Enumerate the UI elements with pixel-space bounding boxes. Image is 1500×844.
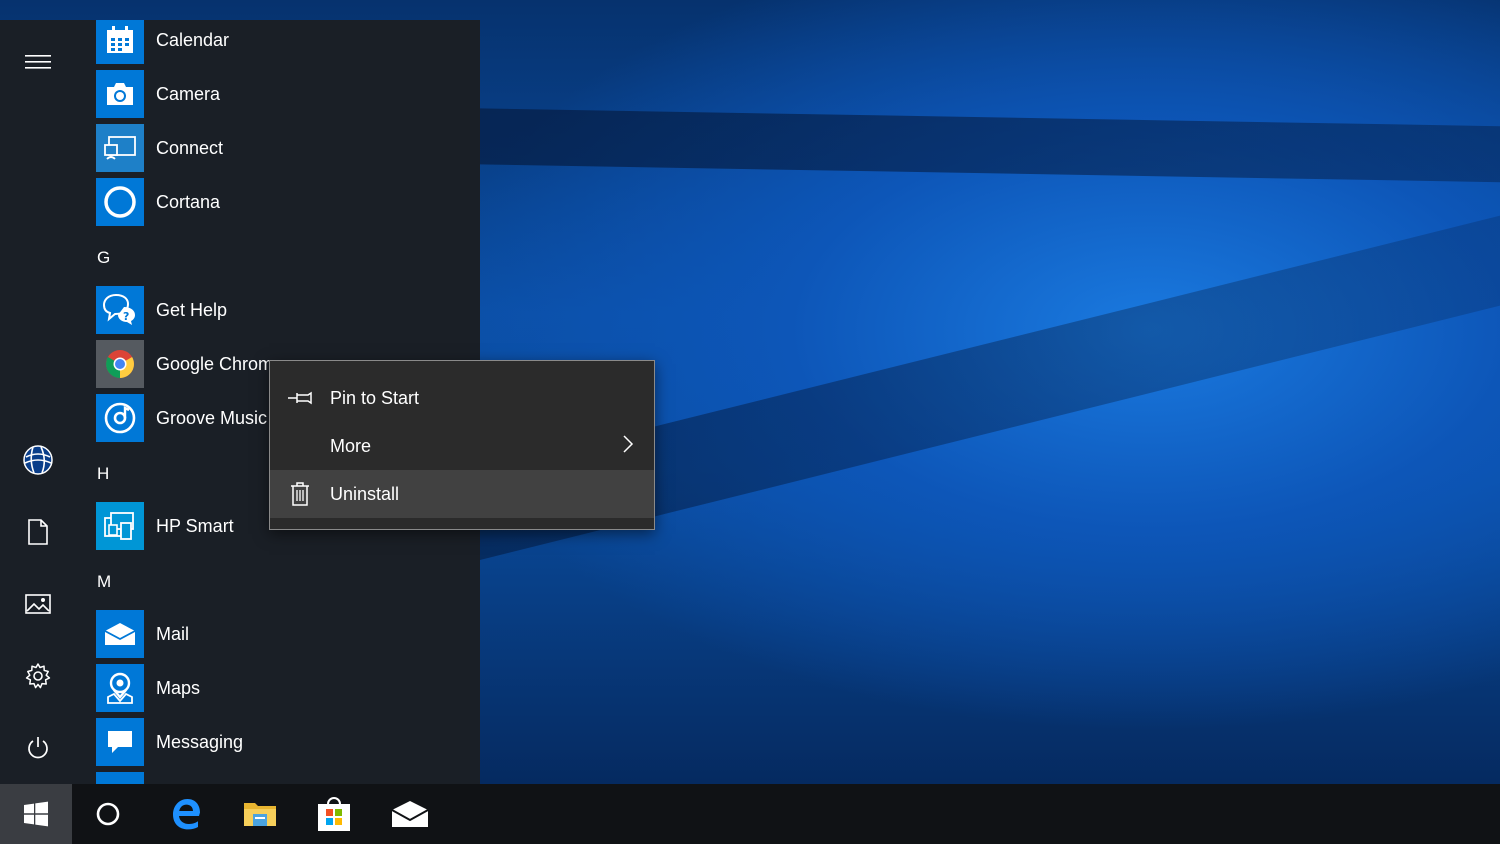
gear-icon bbox=[25, 663, 51, 689]
app-label: Maps bbox=[156, 677, 201, 698]
taskbar-edge[interactable] bbox=[150, 784, 222, 844]
cortana-circle-icon bbox=[96, 802, 120, 826]
menu-item-pin-to-start[interactable]: Pin to Start bbox=[270, 374, 654, 422]
menu-item-label: More bbox=[330, 435, 372, 456]
app-label: Groove Music bbox=[156, 407, 268, 428]
power-button[interactable] bbox=[14, 724, 62, 772]
app-item-calendar[interactable]: Calendar bbox=[96, 20, 480, 64]
messaging-icon bbox=[108, 731, 132, 753]
calendar-icon bbox=[107, 26, 133, 53]
document-icon bbox=[28, 519, 48, 545]
taskbar-store[interactable] bbox=[298, 784, 370, 844]
taskbar-file-explorer[interactable] bbox=[224, 784, 296, 844]
mail-icon bbox=[104, 623, 136, 645]
menu-item-label: Uninstall bbox=[330, 483, 400, 504]
settings-button[interactable] bbox=[14, 652, 62, 700]
trash-icon bbox=[291, 482, 309, 506]
start-rail bbox=[0, 20, 76, 784]
context-menu: Pin to Start More Uninstall bbox=[269, 360, 655, 530]
app-label: Messaging bbox=[156, 731, 244, 752]
app-label: Mail bbox=[156, 623, 190, 644]
app-item-cortana[interactable]: Cortana bbox=[96, 178, 480, 226]
hamburger-icon bbox=[25, 55, 51, 69]
user-avatar bbox=[23, 445, 53, 475]
taskbar bbox=[0, 784, 1500, 844]
mail-icon bbox=[391, 801, 429, 827]
letter-header[interactable]: M bbox=[97, 572, 111, 592]
app-item-maps[interactable]: Maps bbox=[96, 664, 480, 712]
app-label: Google Chrome bbox=[156, 353, 284, 374]
connect-icon bbox=[104, 136, 136, 160]
edge-icon bbox=[173, 799, 200, 830]
app-label: Calendar bbox=[156, 29, 230, 50]
account-button[interactable] bbox=[14, 436, 62, 484]
documents-button[interactable] bbox=[14, 508, 62, 556]
cortana-icon bbox=[104, 186, 136, 218]
app-label: Connect bbox=[156, 137, 224, 158]
letter-header[interactable]: G bbox=[97, 248, 110, 268]
groove-music-icon bbox=[104, 402, 136, 434]
windows-logo-icon bbox=[24, 801, 48, 827]
letter-header[interactable]: H bbox=[97, 464, 109, 484]
app-item-connect[interactable]: Connect bbox=[96, 124, 480, 172]
pictures-button[interactable] bbox=[14, 580, 62, 628]
menu-item-uninstall[interactable]: Uninstall bbox=[270, 470, 654, 518]
app-label: Cortana bbox=[156, 191, 221, 212]
menu-item-more[interactable]: More bbox=[270, 422, 654, 470]
pictures-icon bbox=[25, 594, 51, 614]
chrome-icon bbox=[106, 350, 134, 378]
menu-item-label: Pin to Start bbox=[330, 387, 420, 408]
pin-icon bbox=[288, 391, 312, 405]
taskbar-mail[interactable] bbox=[374, 784, 446, 844]
get-help-icon: ? bbox=[102, 293, 135, 325]
expand-button[interactable] bbox=[14, 38, 62, 86]
hp-smart-icon bbox=[104, 512, 134, 540]
wallpaper-light-beam bbox=[480, 108, 1500, 184]
app-item-partial[interactable] bbox=[96, 772, 480, 784]
app-label: Get Help bbox=[156, 299, 228, 320]
app-item-mail[interactable]: Mail bbox=[96, 610, 480, 658]
app-item-messaging[interactable]: Messaging bbox=[96, 718, 480, 766]
store-icon bbox=[318, 797, 350, 831]
chevron-right-icon bbox=[623, 434, 634, 453]
app-item-get-help[interactable]: ? Get Help bbox=[96, 286, 480, 334]
app-label: HP Smart bbox=[156, 515, 234, 536]
cortana-search-button[interactable] bbox=[72, 784, 144, 844]
start-button[interactable] bbox=[0, 784, 72, 844]
app-item-camera[interactable]: Camera bbox=[96, 70, 480, 118]
svg-text:?: ? bbox=[123, 310, 129, 323]
app-label: Camera bbox=[156, 83, 221, 104]
power-icon bbox=[28, 737, 48, 759]
maps-icon bbox=[107, 672, 133, 704]
folder-icon bbox=[244, 803, 276, 826]
camera-icon bbox=[107, 83, 133, 105]
